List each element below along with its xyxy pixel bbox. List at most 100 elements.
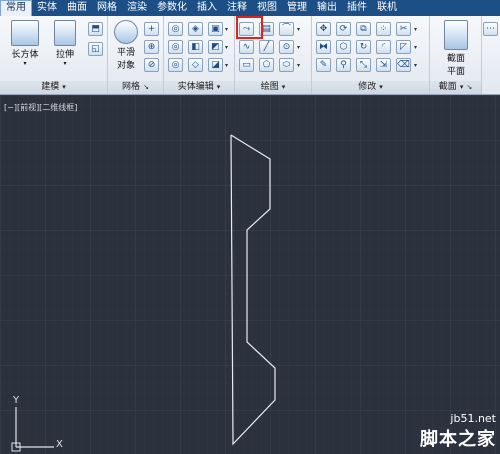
mesh-crease-icon[interactable]: ⊘ — [144, 58, 159, 72]
pencil-icon[interactable]: ✎ — [316, 58, 331, 72]
rotate-icon[interactable]: ↻ — [356, 40, 371, 54]
arc-icon[interactable]: ⌒ — [279, 22, 294, 36]
trim-icon[interactable]: ✂ — [396, 22, 411, 36]
copy-icon[interactable]: ⧉ — [356, 22, 371, 36]
tab-solid[interactable]: 实体 — [32, 0, 62, 16]
array-icon[interactable]: ⁘ — [376, 22, 391, 36]
tab-view[interactable]: 视图 — [252, 0, 282, 16]
separate-icon[interactable]: ◧ — [188, 40, 203, 54]
mirror-3d-icon[interactable]: ⧓ — [316, 40, 331, 54]
mesh-refine-icon[interactable]: ⊕ — [144, 40, 159, 54]
drawing-canvas[interactable]: Y X — [0, 95, 500, 454]
polysolid-icon[interactable]: ◱ — [88, 42, 103, 56]
panel-section: 截面 平面 截面 ▾ ↘ — [430, 16, 482, 94]
tab-manage[interactable]: 管理 — [282, 0, 312, 16]
tab-insert[interactable]: 插入 — [192, 0, 222, 16]
chevron-down-icon[interactable]: ▾ — [414, 26, 417, 33]
panel-overflow: ⋯ — [482, 16, 500, 94]
tab-mesh[interactable]: 网格 — [92, 0, 122, 16]
tab-parametric[interactable]: 参数化 — [152, 0, 192, 16]
tab-home[interactable]: 常用 — [0, 0, 32, 16]
erase-icon[interactable]: ⌫ — [396, 58, 411, 72]
chevron-down-icon: ▾ — [459, 83, 464, 91]
fillet-icon[interactable]: ◜ — [376, 40, 391, 54]
chevron-down-icon[interactable]: ▾ — [414, 62, 417, 69]
smooth-label-1: 平滑 — [116, 48, 135, 58]
section-plane-label-2: 平面 — [446, 67, 465, 77]
ribbon-tab-bar: 常用 实体 曲面 网格 渲染 参数化 插入 注释 视图 管理 输出 插件 联机 — [0, 0, 500, 16]
panel-title-modeling[interactable]: 建模 ▾ — [0, 81, 107, 94]
panel-title-section[interactable]: 截面 ▾ ↘ — [430, 81, 481, 94]
smooth-object-button[interactable]: 平滑 对象 — [111, 20, 141, 71]
chevron-down-icon: ▾ — [62, 83, 66, 91]
chevron-down-icon: ▾ — [379, 83, 383, 91]
polygon-icon[interactable]: ⬠ — [259, 58, 274, 72]
line-icon[interactable]: ╱ — [259, 40, 274, 54]
tab-render[interactable]: 渲染 — [122, 0, 152, 16]
chevron-down-icon[interactable]: ▾ — [414, 44, 417, 51]
panel-solid-edit: ◎ ◈ ▣ ▾ ◎ ◧ ◩ ▾ ◎ ◇ ◪ ▾ 实体编辑 ▾ — [164, 16, 235, 94]
panel-title-modify-label: 修改 — [358, 82, 377, 92]
spline-icon[interactable]: ∿ — [239, 40, 254, 54]
ellipse-icon[interactable]: ⬭ — [279, 58, 294, 72]
chevron-down-icon[interactable]: ▾ — [225, 26, 228, 33]
intersect-icon[interactable]: ◎ — [168, 58, 183, 72]
panel-modeling: 长方体 ▾ 拉伸 ▾ ⬒ ◱ 建模 ▾ — [0, 16, 108, 94]
stretch-icon[interactable]: ⇲ — [376, 58, 391, 72]
chevron-down-icon[interactable]: ▾ — [297, 62, 300, 69]
section-plane-button[interactable]: 截面 平面 — [436, 20, 476, 77]
section-plane-label-1: 截面 — [446, 54, 465, 64]
watermark-name: 脚本之家 — [420, 429, 496, 450]
panel-title-modify[interactable]: 修改 ▾ — [312, 81, 429, 94]
taper-faces-icon[interactable]: ◪ — [208, 58, 223, 72]
tab-online[interactable]: 联机 — [372, 0, 402, 16]
union-icon[interactable]: ◎ — [168, 22, 183, 36]
chevron-down-icon[interactable]: ▾ — [297, 44, 300, 51]
viewport-controls[interactable]: [−][前视][二维线框] — [4, 102, 77, 113]
shell-icon[interactable]: ▣ — [208, 22, 223, 36]
smooth-label-2: 对象 — [116, 61, 135, 71]
watermark: jb51.net 脚本之家 — [420, 412, 496, 451]
watermark-site: jb51.net — [450, 412, 496, 425]
highlight-box — [236, 16, 263, 39]
tab-output[interactable]: 输出 — [312, 0, 342, 16]
rectangle-icon[interactable]: ▭ — [239, 58, 254, 72]
panel-title-solid-edit[interactable]: 实体编辑 ▾ — [164, 81, 234, 94]
ucs-y-label: Y — [12, 395, 20, 406]
panel-modify: ✥ ⟳ ⧉ ⁘ ✂ ▾ ⧓ ⬡ ↻ ◜ ◸ ▾ ✎ ⚲ ⤡ ⇲ ⌫ ▾ 修改 ▾ — [312, 16, 430, 94]
presspull-icon[interactable]: ⬒ — [88, 22, 103, 36]
chevron-down-icon: ▾ — [216, 83, 221, 91]
gizmo-icon[interactable]: ⚲ — [336, 58, 351, 72]
dialog-launcher-icon: ↘ — [466, 83, 473, 91]
chamfer-icon[interactable]: ◸ — [396, 40, 411, 54]
panel-title-mesh-label: 网格 — [122, 82, 141, 92]
panel-title-mesh[interactable]: 网格 ↘ — [108, 81, 163, 94]
imprint-icon[interactable]: ◩ — [208, 40, 223, 54]
box-dropdown-arrow: ▾ — [23, 60, 27, 67]
chevron-down-icon[interactable]: ▾ — [225, 44, 228, 51]
panel-title-section-label: 截面 — [438, 82, 457, 92]
box-button[interactable]: 长方体 ▾ — [6, 20, 44, 67]
panel-title-draw[interactable]: 绘图 ▾ — [235, 81, 311, 94]
box-icon — [11, 20, 39, 46]
chevron-down-icon[interactable]: ▾ — [297, 26, 300, 33]
slice-icon[interactable]: ◇ — [188, 58, 203, 72]
more-tools-icon[interactable]: ⋯ — [483, 22, 498, 36]
panel-mesh: 平滑 对象 + ⊕ ⊘ 网格 ↘ — [108, 16, 164, 94]
subtract-icon[interactable]: ◎ — [168, 40, 183, 54]
panel-title-solid-edit-label: 实体编辑 — [177, 82, 214, 92]
align-3d-icon[interactable]: ⬡ — [336, 40, 351, 54]
tab-surface[interactable]: 曲面 — [62, 0, 92, 16]
tab-annotate[interactable]: 注释 — [222, 0, 252, 16]
mesh-add-icon[interactable]: + — [144, 22, 159, 36]
tab-plugins[interactable]: 插件 — [342, 0, 372, 16]
move-3d-icon[interactable]: ✥ — [316, 22, 331, 36]
circle-icon[interactable]: ⊙ — [279, 40, 294, 54]
extract-edges-icon[interactable]: ◈ — [188, 22, 203, 36]
extrude-button[interactable]: 拉伸 ▾ — [48, 20, 82, 67]
grid — [0, 95, 500, 454]
chevron-down-icon[interactable]: ▾ — [225, 62, 228, 69]
rotate-3d-icon[interactable]: ⟳ — [336, 22, 351, 36]
panel-title-modeling-label: 建模 — [41, 82, 60, 92]
scale-icon[interactable]: ⤡ — [356, 58, 371, 72]
